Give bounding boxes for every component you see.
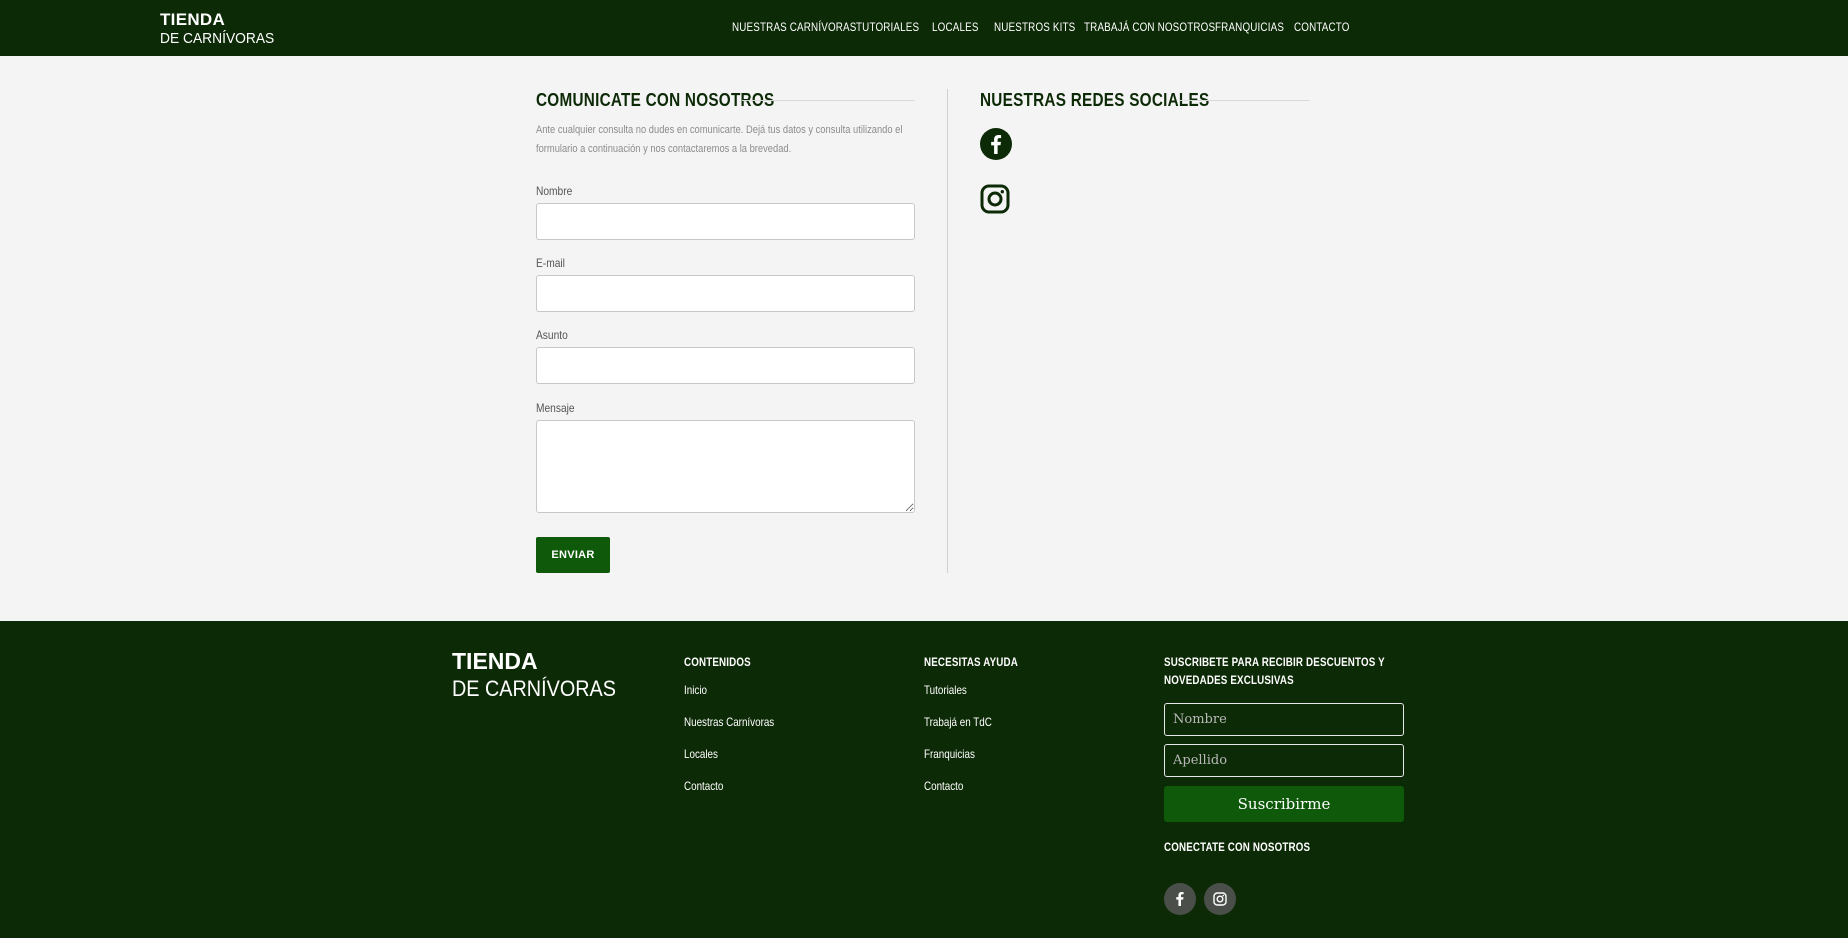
footer-link-franquicias[interactable]: Franquicias	[924, 747, 975, 761]
message-label: Mensaje	[536, 401, 575, 415]
facebook-icon[interactable]	[980, 128, 1012, 160]
title-divider	[1179, 100, 1310, 101]
contents-heading: CONTENIDOS	[684, 657, 751, 669]
contact-title: COMUNICATE CON NOSOTROS	[536, 90, 775, 110]
send-button[interactable]: ENVIAR	[536, 537, 610, 573]
title-divider	[742, 100, 915, 101]
main-nav: NUESTRAS CARNÍVORAS TUTORIALES LOCALES N…	[0, 0, 1848, 56]
contact-intro: Ante cualquier consulta no dudes en comu…	[536, 124, 903, 155]
footer-logo[interactable]: TIENDA DE CARNÍVORAS	[452, 648, 634, 702]
footer-link-contacto-help[interactable]: Contacto	[924, 779, 963, 793]
nav-franquicias[interactable]: FRANQUICIAS	[1215, 20, 1284, 34]
footer-logo-line1: TIENDA	[452, 648, 538, 674]
message-field[interactable]	[536, 420, 915, 513]
footer-link-locales[interactable]: Locales	[684, 747, 718, 761]
name-field[interactable]	[536, 203, 915, 240]
help-heading: NECESITAS AYUDA	[924, 657, 1018, 669]
subscribe-heading: SUSCRIBETE PARA RECIBIR DESCUENTOS Y NOV…	[1164, 657, 1385, 687]
footer-link-contacto[interactable]: Contacto	[684, 779, 723, 793]
subscribe-lastname-input[interactable]	[1164, 744, 1404, 777]
nav-locales[interactable]: LOCALES	[932, 20, 979, 34]
top-navbar: TIENDA DE CARNÍVORAS NUESTRAS CARNÍVORAS…	[0, 0, 1848, 56]
nav-nuestros-kits[interactable]: NUESTROS KITS	[994, 20, 1075, 34]
connect-heading: CONECTATE CON NOSOTROS	[1164, 842, 1311, 854]
subject-label: Asunto	[536, 328, 568, 342]
instagram-icon[interactable]	[980, 184, 1012, 216]
footer-facebook-icon[interactable]	[1164, 883, 1196, 915]
nav-trabaja-con-nosotros[interactable]: TRABAJÁ CON NOSOTROS	[1084, 20, 1215, 34]
footer-logo-line2: DE CARNÍVORAS	[452, 676, 616, 701]
footer-link-tutoriales[interactable]: Tutoriales	[924, 683, 967, 697]
subscribe-name-input[interactable]	[1164, 703, 1404, 736]
nav-nuestras-carnivoras[interactable]: NUESTRAS CARNÍVORAS	[732, 20, 856, 34]
social-title: NUESTRAS REDES SOCIALES	[980, 90, 1210, 110]
nav-tutoriales[interactable]: TUTORIALES	[856, 20, 919, 34]
subscribe-button[interactable]: Suscribirme	[1164, 786, 1404, 822]
footer-link-inicio[interactable]: Inicio	[684, 683, 707, 697]
footer-link-nuestras-carnivoras[interactable]: Nuestras Carnívoras	[684, 715, 774, 729]
email-label: E-mail	[536, 256, 565, 270]
footer-link-trabaja-en-tdc[interactable]: Trabajá en TdC	[924, 715, 992, 729]
email-field[interactable]	[536, 275, 915, 312]
nav-contacto[interactable]: CONTACTO	[1294, 20, 1350, 34]
name-label: Nombre	[536, 184, 573, 198]
column-divider	[947, 89, 948, 573]
footer-instagram-icon[interactable]	[1204, 883, 1236, 915]
subject-field[interactable]	[536, 347, 915, 384]
